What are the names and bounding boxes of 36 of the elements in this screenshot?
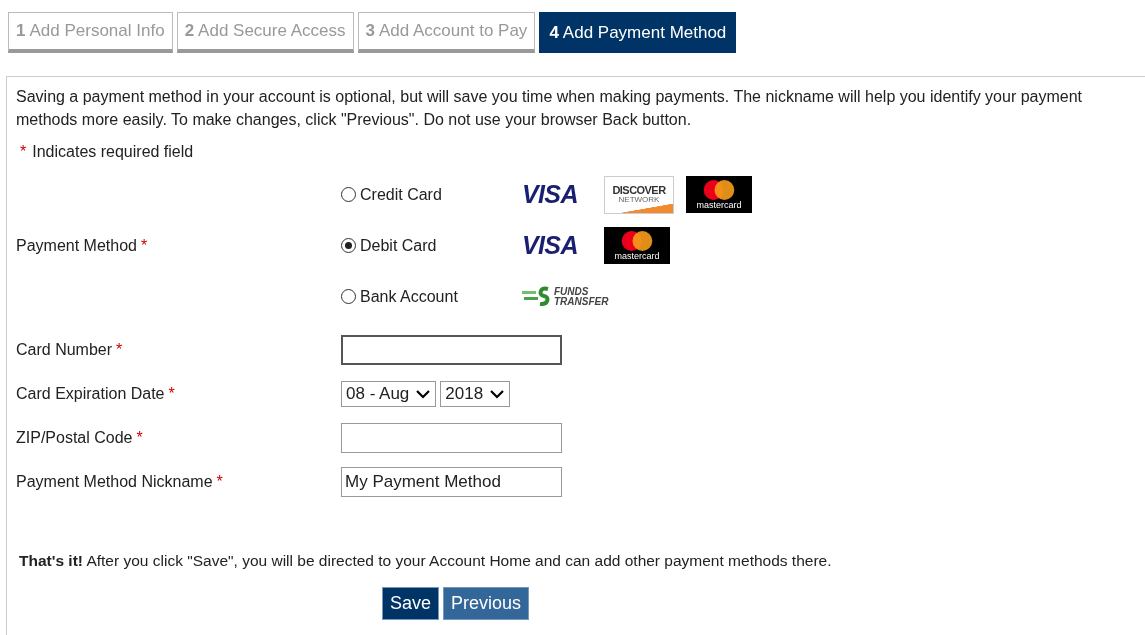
required-mark: * bbox=[136, 428, 143, 448]
radio-option[interactable]: Bank Account bbox=[341, 284, 522, 309]
text-field[interactable] bbox=[341, 423, 562, 453]
visa-logo: VISA bbox=[522, 233, 579, 258]
field-label: Card Expiration Date bbox=[16, 384, 165, 404]
required-mark: * bbox=[116, 340, 123, 360]
required-mark: * bbox=[216, 472, 223, 492]
required-mark: * bbox=[20, 142, 27, 162]
previous-button[interactable]: Previous bbox=[443, 587, 530, 621]
text-field[interactable]: My Payment Method bbox=[341, 467, 562, 497]
footer-text: That's it! After you click "Save", you will be directed to your Account Home and can add other payment methods there. bbox=[19, 551, 833, 571]
required-mark: * bbox=[168, 384, 175, 404]
field-label: Payment Method bbox=[16, 235, 137, 256]
field-label: ZIP/Postal Code bbox=[16, 428, 133, 448]
radio-option[interactable]: Credit Card bbox=[341, 182, 522, 207]
funds-transfer-logo: FUNDS TRANSFER bbox=[522, 284, 609, 309]
dropdown[interactable]: 2018 bbox=[440, 381, 511, 407]
field-label: Card Number bbox=[16, 340, 113, 360]
radio-option[interactable]: Debit Card bbox=[341, 233, 522, 258]
discover-logo: DISCOVER NETWORK bbox=[604, 175, 674, 214]
radio-button[interactable] bbox=[341, 289, 356, 304]
required-mark: * bbox=[140, 235, 148, 256]
save-button[interactable]: Save bbox=[381, 587, 439, 621]
visa-logo: VISA bbox=[522, 182, 579, 207]
chevron-down-icon bbox=[489, 389, 506, 399]
intro-text: Saving a payment method in your account is optional, but will save you time when making payments. The nickname will help you identify your payment methods more easily. To make changes, click "Previous". Do not use your browser Back button. bbox=[16, 87, 1084, 130]
required-note: Indicates required field bbox=[32, 142, 194, 162]
text-field[interactable] bbox=[341, 335, 562, 365]
mastercard-logo: mastercard bbox=[604, 227, 670, 264]
step-tab[interactable]: 4 Add Payment Method bbox=[539, 12, 737, 53]
field-label: Payment Method Nickname bbox=[16, 472, 213, 492]
radio-button[interactable] bbox=[341, 187, 356, 202]
mastercard-logo: mastercard bbox=[686, 176, 752, 213]
chevron-down-icon bbox=[415, 389, 432, 399]
radio-button[interactable] bbox=[341, 238, 356, 253]
dropdown[interactable]: 08 - Aug bbox=[341, 381, 437, 407]
